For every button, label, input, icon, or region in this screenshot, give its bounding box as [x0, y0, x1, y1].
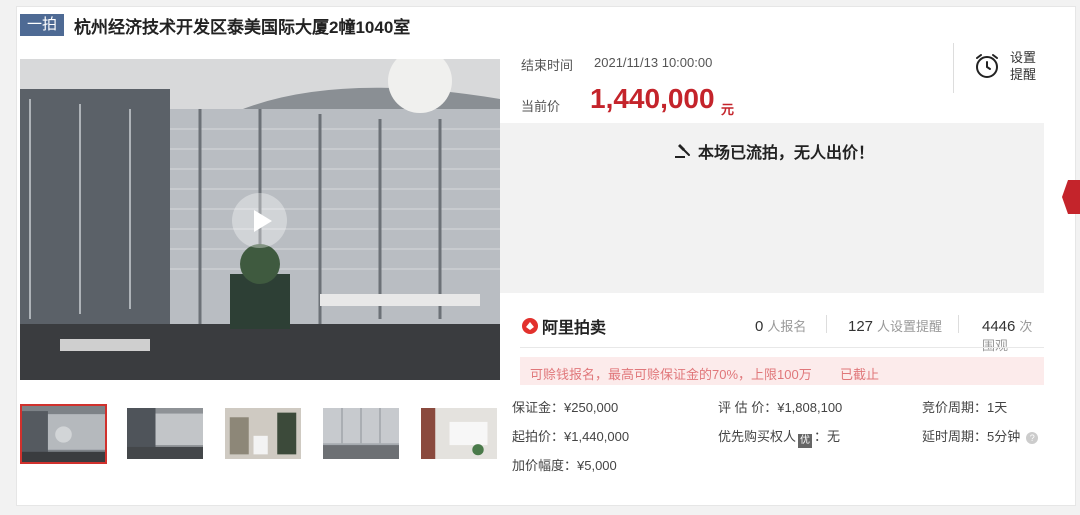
thumbnail-2[interactable] [125, 406, 205, 461]
current-price-label: 当前价 [521, 99, 561, 114]
priority-value: ：无 [814, 429, 841, 444]
side-tab-arrow[interactable] [1062, 180, 1080, 214]
thumbnail-5[interactable] [419, 406, 499, 461]
credit-signup-notice: 可赊钱报名，最高可赊保证金的70%，上限100万 已截止 [520, 357, 1044, 385]
property-title: 杭州经济技术开发区泰美国际大厦2幢1040室 [74, 17, 411, 37]
title-row: 一拍 杭州经济技术开发区泰美国际大厦2幢1040室 [20, 14, 411, 37]
thumbnail-1[interactable] [20, 404, 107, 464]
thumbnail-image [323, 408, 399, 459]
thumbnail-image [421, 408, 497, 459]
delay-period: 延时周期：5分钟? [922, 426, 1039, 445]
priority-buyer: 优先购买权人优：无 [718, 426, 840, 448]
stat-reminders: 127 人设置提醒 [848, 316, 942, 335]
stat-count: 0 [755, 318, 764, 335]
notice-status: 已截止 [840, 367, 880, 382]
end-time-label: 结束时间 [521, 58, 574, 73]
thumbnail-image [22, 406, 105, 462]
auction-status-message: 本场已流拍，无人出价！ [674, 139, 874, 163]
thumbnail-image [127, 408, 203, 459]
status-text: 本场已流拍，无人出价！ [698, 145, 875, 162]
stat-count: 4446 [982, 318, 1016, 335]
stat-label: 人报名 [767, 319, 807, 334]
current-price-unit: 元 [721, 102, 735, 117]
stat-divider [826, 315, 827, 333]
play-button[interactable] [232, 193, 287, 248]
bidding-period: 竞价周期：1天 [922, 400, 1008, 415]
platform-name: 阿里拍卖 [542, 320, 607, 337]
set-reminder-button[interactable]: 设置提醒 [974, 49, 1038, 83]
starting-price: 起拍价：¥1,440,000 [512, 429, 630, 444]
deposit: 保证金：¥250,000 [512, 400, 619, 415]
notice-text: 可赊钱报名，最高可赊保证金的70%，上限100万 [530, 367, 812, 382]
appraisal-price: 评 估 价：¥1,808,100 [718, 400, 843, 415]
stat-count: 127 [848, 318, 874, 335]
stat-label: 人设置提醒 [877, 319, 943, 334]
stats-row: 阿里拍卖 0 人报名 127 人设置提醒 4446 次围观 [500, 305, 1044, 353]
thumbnail-strip [20, 404, 499, 464]
ali-auction-logo: 阿里拍卖 [521, 314, 606, 338]
priority-label: 优先购买权人 [718, 429, 797, 444]
main-video-player[interactable] [20, 59, 500, 380]
thumbnail-image [225, 408, 301, 459]
ali-auction-logo-icon [522, 318, 538, 334]
alarm-clock-icon [976, 54, 998, 78]
divider [953, 43, 954, 93]
stat-views: 4446 次围观 [982, 316, 1044, 354]
end-time-value: 2021/11/13 10:00:00 [594, 55, 713, 70]
thumbnail-3[interactable] [223, 406, 303, 461]
auction-status-panel: 本场已流拍，无人出价！ [500, 123, 1044, 293]
play-icon [253, 209, 272, 232]
priority-icon: 优 [798, 434, 813, 448]
auction-round-badge: 一拍 [20, 14, 65, 36]
stat-divider [958, 315, 959, 333]
thumbnail-4[interactable] [321, 406, 401, 461]
stat-signups: 0 人报名 [755, 316, 806, 335]
delay-text: 延时周期：5分钟 [922, 429, 1021, 444]
help-icon[interactable]: ? [1026, 432, 1039, 444]
bid-increment: 加价幅度：¥5,000 [512, 458, 617, 473]
set-reminder-label: 设置提醒 [1010, 50, 1037, 82]
auction-info: 结束时间 2021/11/13 10:00:00 当前价 1,440,000 元… [500, 43, 1044, 123]
divider [520, 347, 1044, 348]
gavel-icon [675, 144, 690, 158]
current-price-value: 1,440,000 [590, 83, 715, 114]
